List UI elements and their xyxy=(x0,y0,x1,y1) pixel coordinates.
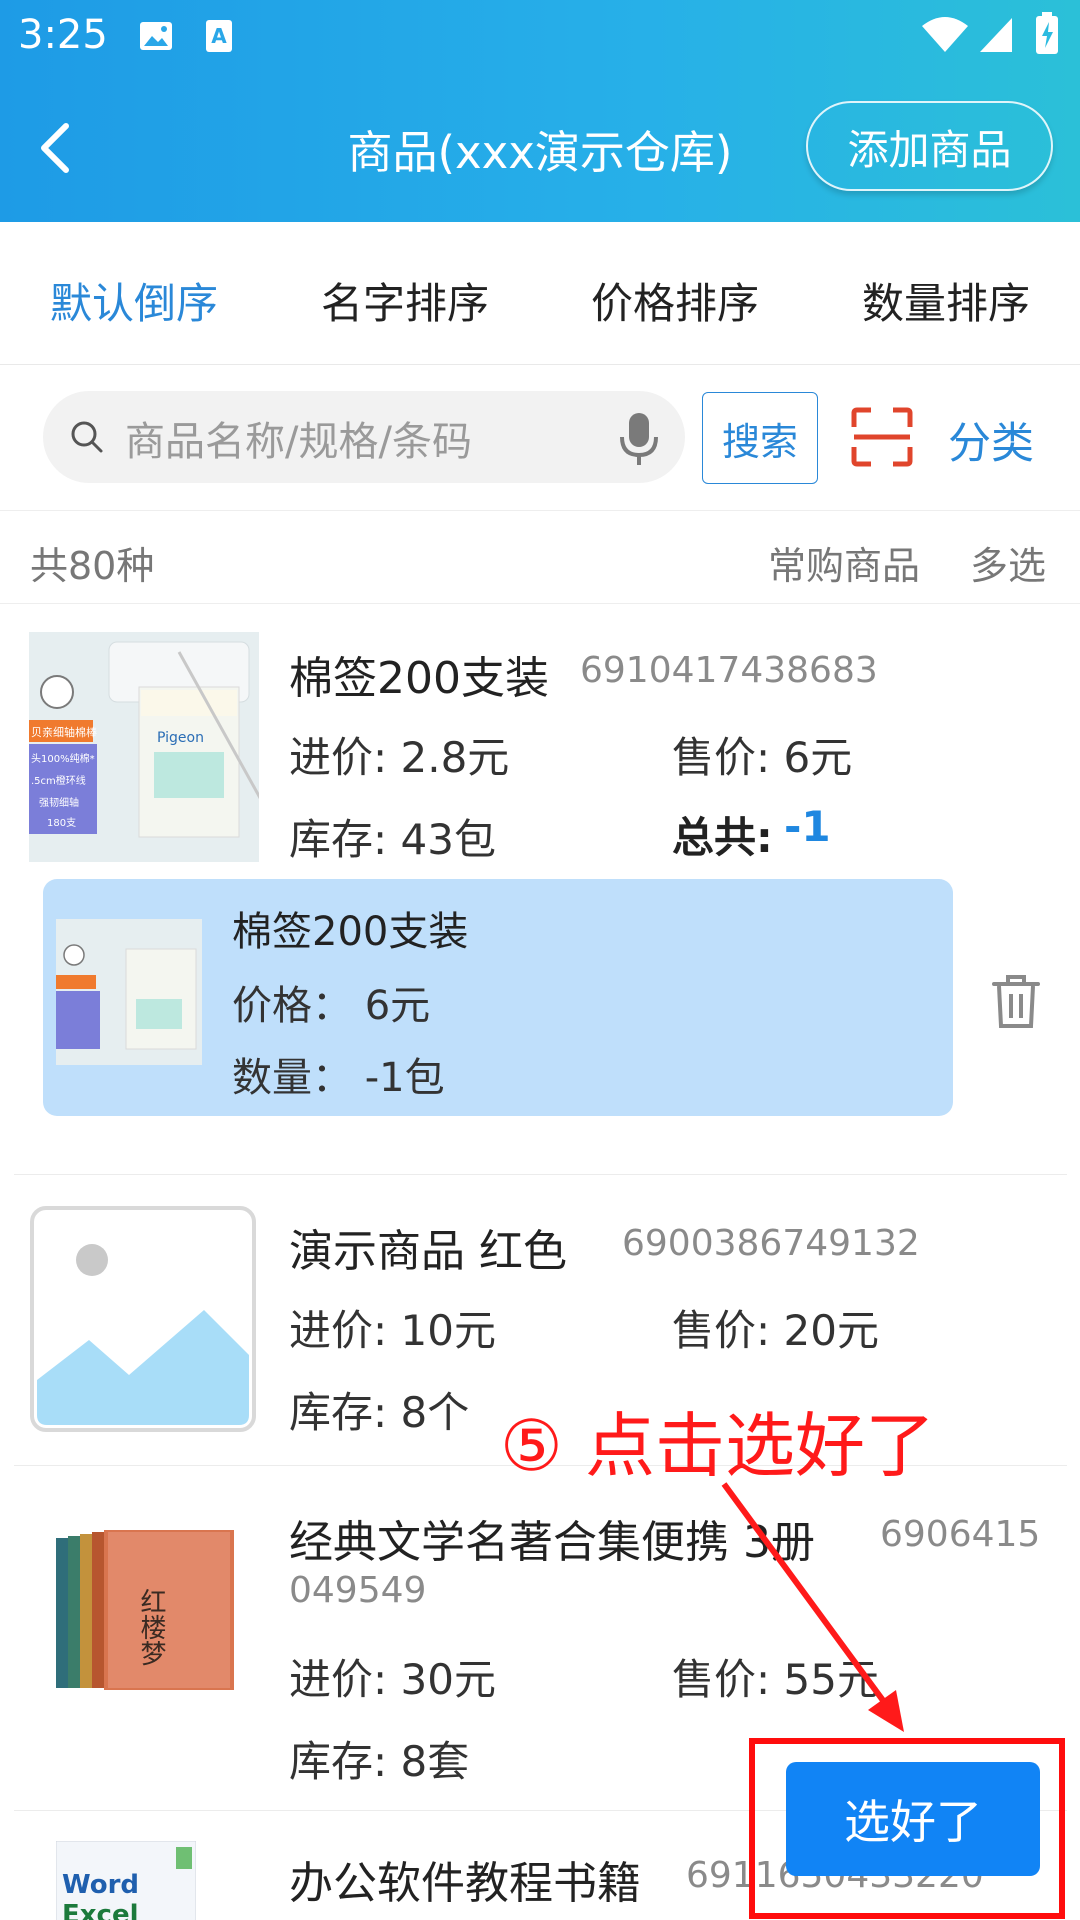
selected-item-card[interactable]: 棉签200支装 价格： 6元 数量： -1包 xyxy=(43,879,953,1116)
app-header: 3:25 A 商品(xxx演示仓库) 添加商品 xyxy=(0,0,1080,222)
stock: 库存: 43包 xyxy=(289,815,496,864)
selected-item-price: 价格： 6元 xyxy=(232,983,431,1029)
status-bar: 3:25 A xyxy=(0,0,1080,74)
thumbnail-tag: 贝亲细轴棉棒 xyxy=(31,725,97,739)
stock: 库存: 8套 xyxy=(289,1737,470,1786)
product-name: 棉签200支装 xyxy=(289,653,549,704)
list-item[interactable]: Pigeon 贝亲细轴棉棒 头100%纯棉* .5cm橙环线 强韧细轴 180支… xyxy=(0,604,1080,1174)
product-thumbnail: Pigeon 贝亲细轴棉棒 头100%纯棉* .5cm橙环线 强韧细轴 180支 xyxy=(29,632,259,862)
search-input[interactable]: 商品名称/规格/条码 xyxy=(43,391,685,483)
a-notification-icon: A xyxy=(206,20,232,52)
add-product-button[interactable]: 添加商品 xyxy=(806,101,1053,191)
scan-icon[interactable] xyxy=(851,407,913,467)
thumbnail-line: Excel xyxy=(62,1900,139,1920)
delete-icon[interactable] xyxy=(990,972,1042,1030)
thumbnail-brand: Pigeon xyxy=(157,730,204,746)
selected-item-thumbnail xyxy=(56,919,202,1065)
stock: 库存: 8个 xyxy=(289,1388,470,1437)
tab-sort-price[interactable]: 价格排序 xyxy=(591,270,759,331)
thumbnail-line: 头100%纯棉* xyxy=(31,752,95,765)
product-thumbnail: 红楼梦 xyxy=(56,1530,234,1690)
purchase-price: 进价: 10元 xyxy=(289,1306,496,1355)
sale-price: 售价: 6元 xyxy=(672,733,853,782)
done-selecting-button[interactable]: 选好了 xyxy=(786,1762,1040,1876)
tab-sort-name[interactable]: 名字排序 xyxy=(321,270,489,331)
search-icon xyxy=(71,421,103,453)
product-barcode: 6910417438683 xyxy=(580,650,878,691)
frequent-products-link[interactable]: 常购商品 xyxy=(768,535,920,590)
thumbnail-line: Word xyxy=(62,1870,139,1900)
microphone-icon[interactable] xyxy=(617,411,661,467)
battery-icon xyxy=(1036,12,1058,54)
search-placeholder: 商品名称/规格/条码 xyxy=(125,419,472,465)
list-summary-row: 共80种 常购商品 多选 xyxy=(0,511,1080,604)
search-row: 商品名称/规格/条码 搜索 分类 xyxy=(0,365,1080,511)
thumbnail-line: 180支 xyxy=(47,817,76,829)
purchase-price: 进价: 30元 xyxy=(289,1655,496,1704)
multi-select-link[interactable]: 多选 xyxy=(970,535,1046,590)
category-link[interactable]: 分类 xyxy=(948,409,1034,471)
book-title-char: 红楼梦 xyxy=(136,1588,166,1666)
tab-sort-quantity[interactable]: 数量排序 xyxy=(862,270,1030,331)
product-barcode: 6900386749132 xyxy=(622,1223,920,1264)
signal-icon xyxy=(980,18,1012,52)
selected-item-quantity: 数量： -1包 xyxy=(232,1055,445,1101)
thumbnail-line: 强韧细轴 xyxy=(39,796,79,809)
sort-tabs: 默认倒序 名字排序 价格排序 数量排序 xyxy=(0,222,1080,365)
total-label: 总共: xyxy=(672,813,773,862)
selected-item-name: 棉签200支装 xyxy=(232,909,469,955)
wifi-icon xyxy=(922,17,968,52)
placeholder-image-icon xyxy=(30,1206,256,1432)
thumbnail-line: .5cm橙环线 xyxy=(31,774,86,787)
purchase-price: 进价: 2.8元 xyxy=(289,733,510,782)
product-thumbnail: Word Excel xyxy=(56,1841,196,1920)
sale-price: 售价: 20元 xyxy=(672,1306,879,1355)
search-button[interactable]: 搜索 xyxy=(702,392,818,484)
image-notification-icon xyxy=(140,22,172,50)
tab-default-desc[interactable]: 默认倒序 xyxy=(50,270,218,331)
product-count: 共80种 xyxy=(30,544,155,588)
svg-text:A: A xyxy=(211,24,227,48)
annotation-arrow-icon xyxy=(721,1482,904,1732)
product-name: 演示商品 红色 xyxy=(289,1226,567,1277)
product-barcode-cont: 049549 xyxy=(289,1570,427,1611)
status-time: 3:25 xyxy=(18,12,108,58)
total-value: -1 xyxy=(784,802,831,851)
product-name: 办公软件教程书籍 xyxy=(289,1858,641,1909)
